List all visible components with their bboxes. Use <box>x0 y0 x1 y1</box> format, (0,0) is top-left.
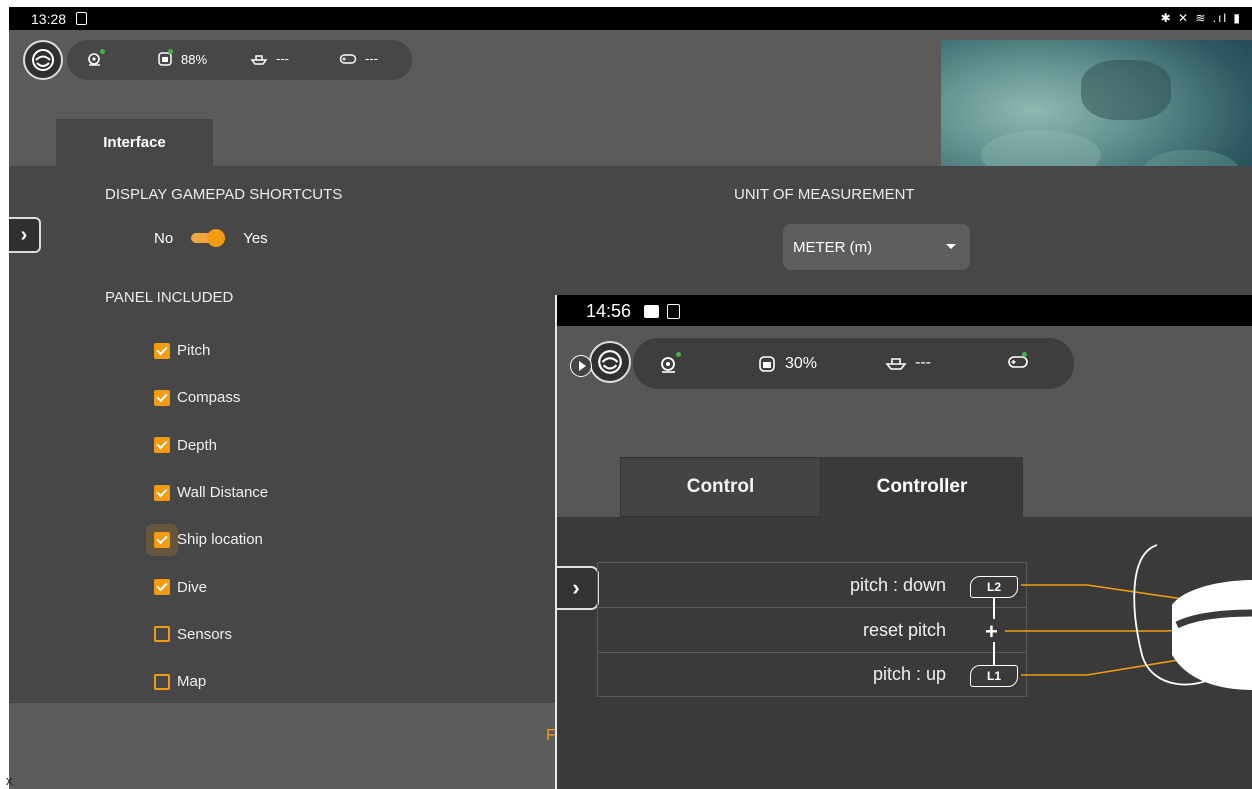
checkbox-label: Wall Distance <box>177 484 269 502</box>
checkbox-label: Map <box>177 673 207 691</box>
dropdown-caret-icon <box>946 244 956 249</box>
checkbox-checked-icon[interactable] <box>154 437 170 454</box>
drone-connected-dot <box>100 49 105 54</box>
checkbox-label: Ship location <box>177 531 263 549</box>
gamepad-shortcuts-toggle-row: No Yes <box>154 229 268 247</box>
checkbox-depth[interactable]: Depth <box>154 422 268 469</box>
app-logo-button[interactable] <box>23 40 63 80</box>
controller-settings-screen: 14:56 30% --- Control Controller › pitch… <box>555 295 1252 789</box>
checkbox-checked-icon[interactable] <box>154 484 170 501</box>
checkbox-label: Pitch <box>177 342 211 360</box>
checkbox-wall-distance[interactable]: Wall Distance <box>154 469 268 516</box>
checkbox-checked-icon[interactable] <box>154 579 170 596</box>
system-icons: ✱ ✕ ≋ .ıl ▮ <box>1160 11 1242 25</box>
gamepad-value: --- <box>365 51 378 66</box>
checkbox-compass[interactable]: Compass <box>154 374 268 421</box>
chevron-right-icon: › <box>20 223 28 246</box>
sd-card-icon <box>76 12 87 25</box>
panel-included-heading: PANEL INCLUDED <box>105 289 234 306</box>
checkbox-map[interactable]: Map <box>154 658 268 705</box>
checkbox-checked-icon[interactable] <box>154 342 170 359</box>
gamepad-shortcuts-heading: DISPLAY GAMEPAD SHORTCUTS <box>105 186 343 203</box>
gamepad-icon <box>339 53 357 64</box>
logo-icon <box>32 49 54 71</box>
tab-interface[interactable]: Interface <box>56 119 213 166</box>
checkbox-checked-icon[interactable] <box>154 531 170 548</box>
top-status-bar: 88% --- --- <box>67 40 412 80</box>
checkbox-sensors[interactable]: Sensors <box>154 611 268 658</box>
expand-sidebar-button[interactable]: › <box>9 217 41 253</box>
corner-mark: x <box>6 773 13 788</box>
gamepad-status[interactable]: --- <box>339 51 378 66</box>
checkbox-label: Depth <box>177 436 218 454</box>
unit-heading: UNIT OF MEASUREMENT <box>734 186 915 203</box>
gamepad-shortcuts-toggle[interactable] <box>191 229 226 247</box>
panel-checkbox-list: Pitch Compass Depth Wall Distance Ship l… <box>154 327 268 705</box>
checkbox-unchecked-icon[interactable] <box>154 673 170 690</box>
battery-percent: 88% <box>181 51 208 67</box>
wire-l1 <box>1021 656 1198 676</box>
checkbox-dive[interactable]: Dive <box>154 563 268 610</box>
status-bar: 13:28 ✱ ✕ ≋ .ıl ▮ <box>9 7 1252 30</box>
checkbox-unchecked-icon[interactable] <box>154 626 170 643</box>
battery-ok-dot <box>168 49 173 54</box>
status-time: 13:28 <box>31 11 67 27</box>
checkbox-pitch[interactable]: Pitch <box>154 327 268 374</box>
toggle-no-label: No <box>154 229 174 247</box>
unit-select[interactable]: METER (m) <box>783 224 970 270</box>
checkbox-label: Dive <box>177 578 208 596</box>
wire-l2 <box>1021 584 1198 602</box>
checkbox-checked-icon[interactable] <box>154 389 170 406</box>
checkbox-label: Compass <box>177 389 241 407</box>
drone-status[interactable] <box>87 49 105 67</box>
seabed-texture <box>1081 60 1171 120</box>
battery-status[interactable]: 88% <box>157 49 208 67</box>
ship-icon <box>250 54 268 65</box>
gamepad-body-icon <box>1172 580 1252 690</box>
toggle-thumb <box>207 229 226 247</box>
ship-status[interactable]: --- <box>250 51 289 66</box>
toggle-yes-label: Yes <box>243 229 268 247</box>
unit-selected-value: METER (m) <box>793 238 873 256</box>
checkbox-label: Sensors <box>177 625 233 643</box>
ship-value: --- <box>276 51 289 66</box>
checkbox-ship-location[interactable]: Ship location <box>154 516 268 563</box>
controller-diagram <box>1005 544 1252 690</box>
wire-plus <box>1005 628 1198 632</box>
